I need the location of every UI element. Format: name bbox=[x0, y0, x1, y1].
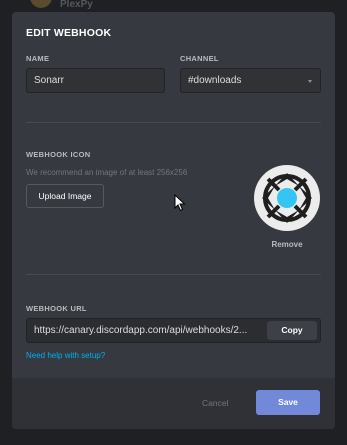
modal-title: EDIT WEBHOOK bbox=[26, 27, 112, 39]
edit-webhook-modal: EDIT WEBHOOK NAME Sonarr CHANNEL #downlo… bbox=[12, 12, 335, 429]
background-app-name: PlexPy bbox=[60, 0, 93, 10]
webhook-url-field[interactable]: https://canary.discordapp.com/api/webhoo… bbox=[26, 318, 321, 343]
name-label: NAME bbox=[26, 54, 50, 63]
channel-label: CHANNEL bbox=[180, 54, 219, 63]
remove-icon-button[interactable]: Remove bbox=[271, 240, 303, 249]
webhook-icon-label: WEBHOOK ICON bbox=[26, 150, 91, 159]
name-field[interactable]: Sonarr bbox=[26, 68, 165, 93]
webhook-url-label: WEBHOOK URL bbox=[26, 304, 87, 313]
webhook-url-value: https://canary.discordapp.com/api/webhoo… bbox=[34, 325, 248, 336]
channel-select[interactable]: #downloads bbox=[180, 68, 321, 93]
upload-image-button[interactable]: Upload Image bbox=[26, 184, 104, 208]
chevron-down-icon bbox=[308, 80, 312, 83]
channel-select-value: #downloads bbox=[188, 75, 242, 86]
divider bbox=[26, 274, 321, 275]
copy-button[interactable]: Copy bbox=[267, 321, 317, 340]
webhook-icon-hint: We recommend an image of at least 256x25… bbox=[26, 168, 188, 177]
webhook-avatar[interactable] bbox=[253, 164, 321, 232]
divider bbox=[26, 122, 321, 123]
setup-help-link[interactable]: Need help with setup? bbox=[26, 351, 105, 360]
save-button[interactable]: Save bbox=[256, 390, 320, 415]
mouse-cursor-icon bbox=[174, 194, 186, 212]
cancel-button[interactable]: Cancel bbox=[202, 398, 228, 408]
name-field-value: Sonarr bbox=[34, 75, 65, 86]
modal-footer: Cancel Save bbox=[12, 378, 335, 429]
sonarr-logo-icon bbox=[254, 165, 320, 231]
background-avatar bbox=[30, 0, 52, 8]
